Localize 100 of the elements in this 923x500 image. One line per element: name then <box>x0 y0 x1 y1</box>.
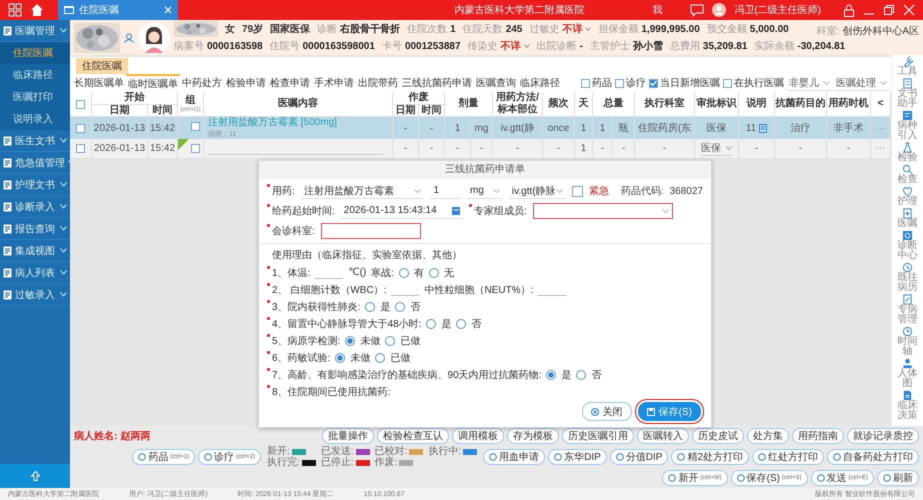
toolbar-button[interactable]: 工具 <box>892 56 922 77</box>
radio-button[interactable] <box>546 370 556 380</box>
radio-button[interactable] <box>456 318 466 328</box>
toolbar-button[interactable]: 医嘱 <box>892 208 922 229</box>
action-button[interactable]: 分值DIP <box>610 449 668 465</box>
checkbox-label: 在执行医嘱 <box>734 76 784 90</box>
toolbar-button[interactable]: 检验 <box>892 142 922 163</box>
checkbox[interactable] <box>572 186 583 196</box>
checkbox[interactable] <box>723 78 732 88</box>
chat-icon[interactable] <box>690 4 704 16</box>
close-icon[interactable] <box>164 6 172 14</box>
tab[interactable]: 出院带药 <box>356 74 400 92</box>
dropdown[interactable]: iv.gtt(静脉 <box>508 183 566 199</box>
save-button[interactable]: 保存(S) <box>638 402 701 421</box>
tab[interactable]: 检验申请 <box>224 74 268 92</box>
tab[interactable]: 长期医嘱单 <box>72 74 126 92</box>
toolbar-button[interactable]: 病种引入 <box>892 110 922 141</box>
field-label: 病人姓名: <box>74 430 118 443</box>
radio-button[interactable] <box>399 268 410 278</box>
action-button[interactable]: 自备药处方打印 <box>827 449 919 465</box>
action-button[interactable]: 存为模板 <box>507 428 559 444</box>
action-button[interactable]: 用血申请 <box>483 449 546 465</box>
action-button[interactable]: 医嘱转入 <box>637 428 689 444</box>
toolbar-button[interactable]: 既往病历 <box>892 262 922 293</box>
field-value: 368027 <box>670 186 703 196</box>
lock-icon[interactable] <box>843 4 855 16</box>
dropdown[interactable]: 医保 <box>701 141 732 156</box>
tab[interactable]: 住院医嘱 <box>58 0 178 20</box>
toolbar-button[interactable]: 诊断中心 <box>892 230 922 261</box>
table-cell: 2026-01-13 <box>94 122 146 134</box>
dropdown[interactable]: 医嘱处理 <box>834 76 889 90</box>
caret-icon <box>585 27 592 31</box>
sidebar-item[interactable]: 说明录入 <box>0 108 70 130</box>
tab[interactable]: 检查申请 <box>268 74 312 92</box>
toolbar-button[interactable]: 临床决策 <box>892 390 922 421</box>
radio-button[interactable] <box>345 336 356 346</box>
input-field[interactable] <box>320 223 421 239</box>
field-label: 过敏史 <box>529 22 560 36</box>
toolbar-button[interactable]: 专病管理 <box>892 294 922 325</box>
dropdown[interactable]: 非婴儿 <box>787 76 832 90</box>
tab[interactable]: 中药处方 <box>180 74 224 92</box>
close-button[interactable]: 关闭 <box>582 402 632 421</box>
tab[interactable]: 三线抗菌药申请 <box>400 74 474 92</box>
caret-icon <box>414 188 422 192</box>
action-button[interactable]: 精2处方打印 <box>671 449 749 465</box>
up-arrow-icon[interactable] <box>30 471 40 481</box>
checkbox[interactable] <box>76 144 85 153</box>
dropdown[interactable]: mg <box>467 183 503 199</box>
restore-icon[interactable] <box>883 4 895 16</box>
table-cell: 1 <box>454 122 460 134</box>
sidebar-item[interactable]: 住院医嘱 <box>0 42 70 64</box>
sidebar-item[interactable]: 临床路径 <box>0 64 70 86</box>
action-button[interactable]: 检验检查互认 <box>377 428 449 444</box>
radio-button[interactable] <box>395 302 406 312</box>
action-button[interactable]: 红处方打印 <box>752 449 824 465</box>
home-icon[interactable] <box>30 3 44 17</box>
date-field[interactable]: 2026-01-13 15:43:14 <box>340 203 463 219</box>
toolbar-button[interactable]: 文书助手 <box>892 78 922 109</box>
radio-button[interactable] <box>576 370 586 380</box>
tab[interactable]: 临床路径 <box>518 74 562 92</box>
table-cell: 2026-01-13 <box>94 143 146 154</box>
field-label: 住院次数 <box>407 22 448 36</box>
sidebar-item[interactable]: 医嘱打印 <box>0 86 70 108</box>
action-button[interactable]: 东华DIP <box>548 449 607 465</box>
checkbox[interactable] <box>649 78 658 88</box>
tab[interactable]: 手术申请 <box>312 74 356 92</box>
grid-icon[interactable] <box>8 3 22 17</box>
checkbox[interactable] <box>615 78 624 88</box>
toolbar-button[interactable]: 检查 <box>892 164 922 185</box>
action-button[interactable]: 处方集 <box>747 428 789 444</box>
checkbox[interactable] <box>76 100 85 108</box>
checkbox[interactable] <box>581 78 590 88</box>
tab[interactable]: 医嘱查询 <box>474 74 518 92</box>
dropdown[interactable]: 注射用盐酸万古霉素 <box>300 183 424 199</box>
action-button[interactable]: 就诊记录质控 <box>847 428 919 444</box>
input-field[interactable]: 1 <box>430 183 462 199</box>
close-icon[interactable] <box>903 4 915 16</box>
action-button[interactable]: 批量操作 <box>322 428 374 444</box>
user-menu[interactable]: 我 <box>652 3 662 17</box>
radio-button[interactable] <box>426 318 436 328</box>
action-button[interactable]: 刷新 <box>877 470 919 486</box>
dropdown[interactable] <box>532 203 673 219</box>
toolbar-button[interactable]: 护理 <box>892 186 922 207</box>
action-button[interactable]: 调用模板 <box>452 428 504 444</box>
radio-button[interactable] <box>429 268 440 278</box>
action-button[interactable]: 历史皮试 <box>692 428 744 444</box>
checkbox[interactable] <box>191 144 200 153</box>
checkbox[interactable] <box>76 124 85 132</box>
action-button[interactable]: 历史医嘱引用 <box>562 428 634 444</box>
radio-button[interactable] <box>365 302 376 312</box>
radio-button[interactable] <box>375 352 386 362</box>
tab[interactable]: 住院医嘱 <box>76 58 128 74</box>
checkbox[interactable] <box>191 122 200 131</box>
action-button[interactable]: 用药指南 <box>792 428 844 444</box>
toolbar-button[interactable]: 人体图 <box>892 358 922 389</box>
toolbar-button[interactable]: 时间轴 <box>892 326 922 357</box>
radio-button[interactable] <box>335 352 346 362</box>
table-row[interactable]: 2026-01-13 15:42 - - - - - - 1 - - - 医保 - - - ··· <box>70 139 891 159</box>
radio-label: 未做 <box>360 334 380 348</box>
radio-button[interactable] <box>385 336 396 346</box>
